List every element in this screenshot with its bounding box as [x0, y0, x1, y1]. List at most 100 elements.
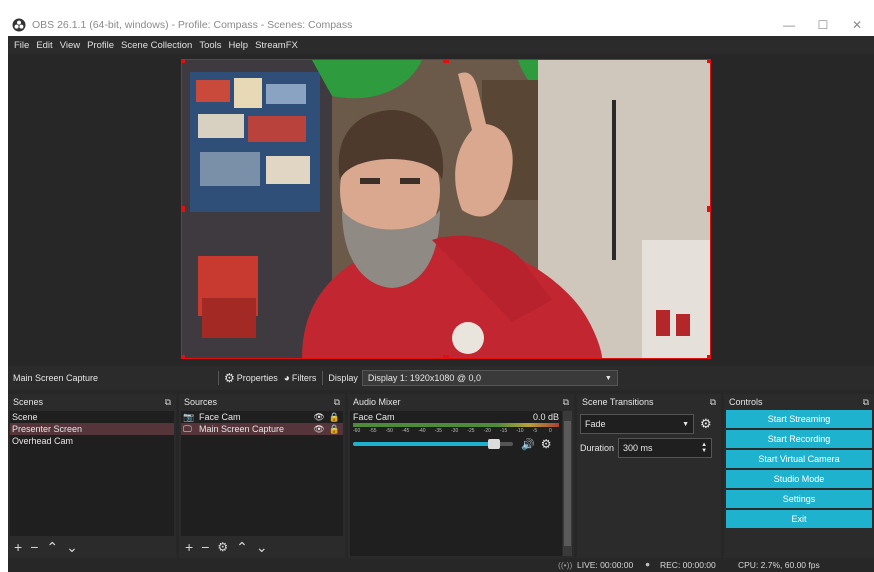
- controls-title: Controls: [729, 397, 763, 407]
- start-virtual-camera-button[interactable]: Start Virtual Camera: [726, 450, 872, 468]
- move-down-icon[interactable]: ⌄: [66, 539, 78, 556]
- monitor-icon: 🖵: [183, 423, 192, 434]
- gear-icon[interactable]: ⚙: [217, 540, 228, 554]
- transitions-header: Scene Transitions ⧉: [577, 394, 721, 410]
- menu-profile[interactable]: Profile: [87, 40, 114, 51]
- start-streaming-button[interactable]: Start Streaming: [726, 410, 872, 428]
- gear-icon[interactable]: ⚙: [700, 416, 712, 432]
- chevron-down-icon: ▼: [682, 420, 689, 428]
- add-scene-icon[interactable]: +: [14, 539, 22, 555]
- minimize-button[interactable]: —: [772, 18, 806, 32]
- menu-edit[interactable]: Edit: [36, 40, 52, 51]
- move-up-icon[interactable]: ⌃: [236, 539, 248, 556]
- undock-icon[interactable]: ⧉: [563, 397, 569, 408]
- db-scale-tick: -35: [434, 428, 442, 434]
- resize-handle[interactable]: [707, 206, 710, 212]
- transition-select[interactable]: Fade ▼: [580, 414, 694, 434]
- menu-file[interactable]: File: [14, 40, 29, 51]
- resize-handle[interactable]: [707, 60, 710, 63]
- close-button[interactable]: ✕: [840, 18, 874, 32]
- db-scale-tick: -10: [516, 428, 524, 434]
- scene-item-overhead-cam[interactable]: Overhead Cam: [10, 435, 174, 447]
- record-dot-icon: ●: [645, 559, 651, 569]
- undock-icon[interactable]: ⧉: [710, 397, 716, 408]
- scrollbar-thumb[interactable]: [564, 421, 571, 546]
- db-scale-tick: -20: [483, 428, 491, 434]
- menu-scene-collection[interactable]: Scene Collection: [121, 40, 192, 51]
- scenes-title: Scenes: [13, 397, 44, 407]
- undock-icon[interactable]: ⧉: [334, 397, 340, 408]
- mixer-channel-name: Face Cam: [353, 412, 395, 422]
- separator: [218, 371, 219, 385]
- volume-slider-handle[interactable]: [488, 439, 501, 449]
- menu-streamfx[interactable]: StreamFX: [255, 40, 298, 51]
- resize-handle[interactable]: [443, 60, 449, 63]
- db-scale-tick: -25: [467, 428, 475, 434]
- properties-button[interactable]: ⚙ Properties: [224, 371, 278, 385]
- undock-icon[interactable]: ⧉: [165, 397, 171, 408]
- gear-icon[interactable]: ⚙: [541, 437, 552, 451]
- menu-view[interactable]: View: [60, 40, 80, 51]
- lock-icon[interactable]: 🔒: [329, 412, 340, 423]
- controls-header: Controls ⧉: [724, 394, 874, 410]
- menu-bar: File Edit View Profile Scene Collection …: [8, 36, 874, 54]
- duration-value: 300 ms: [623, 443, 653, 453]
- audio-mixer-body: Face Cam 0.0 dB -60 -55 -50 -45 -40 -35 -30 -25…: [350, 411, 562, 556]
- db-scale-tick: -15: [500, 428, 508, 434]
- live-timer: LIVE: 00:00:00: [577, 560, 634, 570]
- db-scale-tick: -30: [451, 428, 459, 434]
- volume-row: 🔊 ⚙: [350, 435, 562, 453]
- move-down-icon[interactable]: ⌄: [256, 539, 268, 556]
- remove-source-icon[interactable]: −: [201, 539, 209, 555]
- db-scale: -60 -55 -50 -45 -40 -35 -30 -25 -20 -15 -10 -5 0: [353, 427, 559, 435]
- mixer-channel-header: Face Cam 0.0 dB: [350, 411, 562, 423]
- scene-transitions-dock: Scene Transitions ⧉ Fade ▼ ⚙ Duration 30…: [577, 394, 721, 558]
- move-up-icon[interactable]: ⌃: [46, 539, 58, 556]
- resize-handle[interactable]: [443, 355, 449, 358]
- menu-help[interactable]: Help: [229, 40, 249, 51]
- menu-tools[interactable]: Tools: [199, 40, 221, 51]
- eye-icon[interactable]: 👁: [313, 412, 324, 423]
- mixer-channel-level: 0.0 dB: [532, 412, 559, 422]
- eye-icon[interactable]: 👁: [313, 424, 324, 435]
- settings-button[interactable]: Settings: [726, 490, 872, 508]
- scene-item-scene[interactable]: Scene: [10, 411, 174, 423]
- cpu-fps: CPU: 2.7%, 60.00 fps: [738, 560, 820, 570]
- undock-icon[interactable]: ⧉: [863, 397, 869, 408]
- db-scale-tick: -55: [369, 428, 377, 434]
- volume-slider[interactable]: [353, 439, 513, 449]
- resize-handle[interactable]: [182, 355, 185, 358]
- studio-mode-button[interactable]: Studio Mode: [726, 470, 872, 488]
- scene-item-presenter-screen[interactable]: Presenter Screen: [10, 423, 174, 435]
- controls-dock: Controls ⧉ Start Streaming Start Recordi…: [724, 394, 874, 558]
- resize-handle[interactable]: [182, 206, 185, 212]
- display-label: Display: [328, 373, 358, 383]
- add-source-icon[interactable]: +: [185, 539, 193, 555]
- sources-list: 📷 Face Cam 👁 🔒 🖵 Main Screen Capture 👁 🔒: [181, 411, 343, 536]
- resize-handle[interactable]: [707, 355, 710, 358]
- scenes-dock-header: Scenes ⧉: [8, 394, 176, 410]
- duration-spinbox[interactable]: 300 ms ▲ ▼: [618, 438, 713, 458]
- speaker-icon[interactable]: 🔊: [521, 438, 535, 451]
- preview-source-selection[interactable]: [181, 59, 711, 359]
- remove-scene-icon[interactable]: −: [30, 539, 38, 555]
- spin-arrows-icon[interactable]: ▲ ▼: [701, 442, 707, 454]
- source-item-main-screen-capture[interactable]: 🖵 Main Screen Capture 👁 🔒: [181, 423, 343, 435]
- start-recording-button[interactable]: Start Recording: [726, 430, 872, 448]
- transition-row: Fade ▼ ⚙: [577, 410, 721, 434]
- mixer-scrollbar[interactable]: [563, 411, 572, 556]
- display-select[interactable]: Display 1: 1920x1080 @ 0,0 ▼: [361, 370, 618, 386]
- duration-label: Duration: [580, 443, 615, 453]
- resize-handle[interactable]: [182, 60, 185, 63]
- webcam-preview-image: [182, 60, 710, 358]
- exit-button[interactable]: Exit: [726, 510, 872, 528]
- source-item-face-cam[interactable]: 📷 Face Cam 👁 🔒: [181, 411, 343, 423]
- broadcast-icon: ((•)): [558, 560, 573, 570]
- maximize-button[interactable]: ☐: [806, 18, 840, 32]
- properties-label: Properties: [236, 373, 278, 383]
- filters-button[interactable]: ◕ Filters: [284, 373, 317, 384]
- selected-source-name: Main Screen Capture: [13, 373, 99, 383]
- lock-icon[interactable]: 🔒: [329, 424, 340, 435]
- audio-mixer-header: Audio Mixer ⧉: [348, 394, 574, 410]
- window-title: OBS 26.1.1 (64-bit, windows) - Profile: …: [32, 19, 353, 31]
